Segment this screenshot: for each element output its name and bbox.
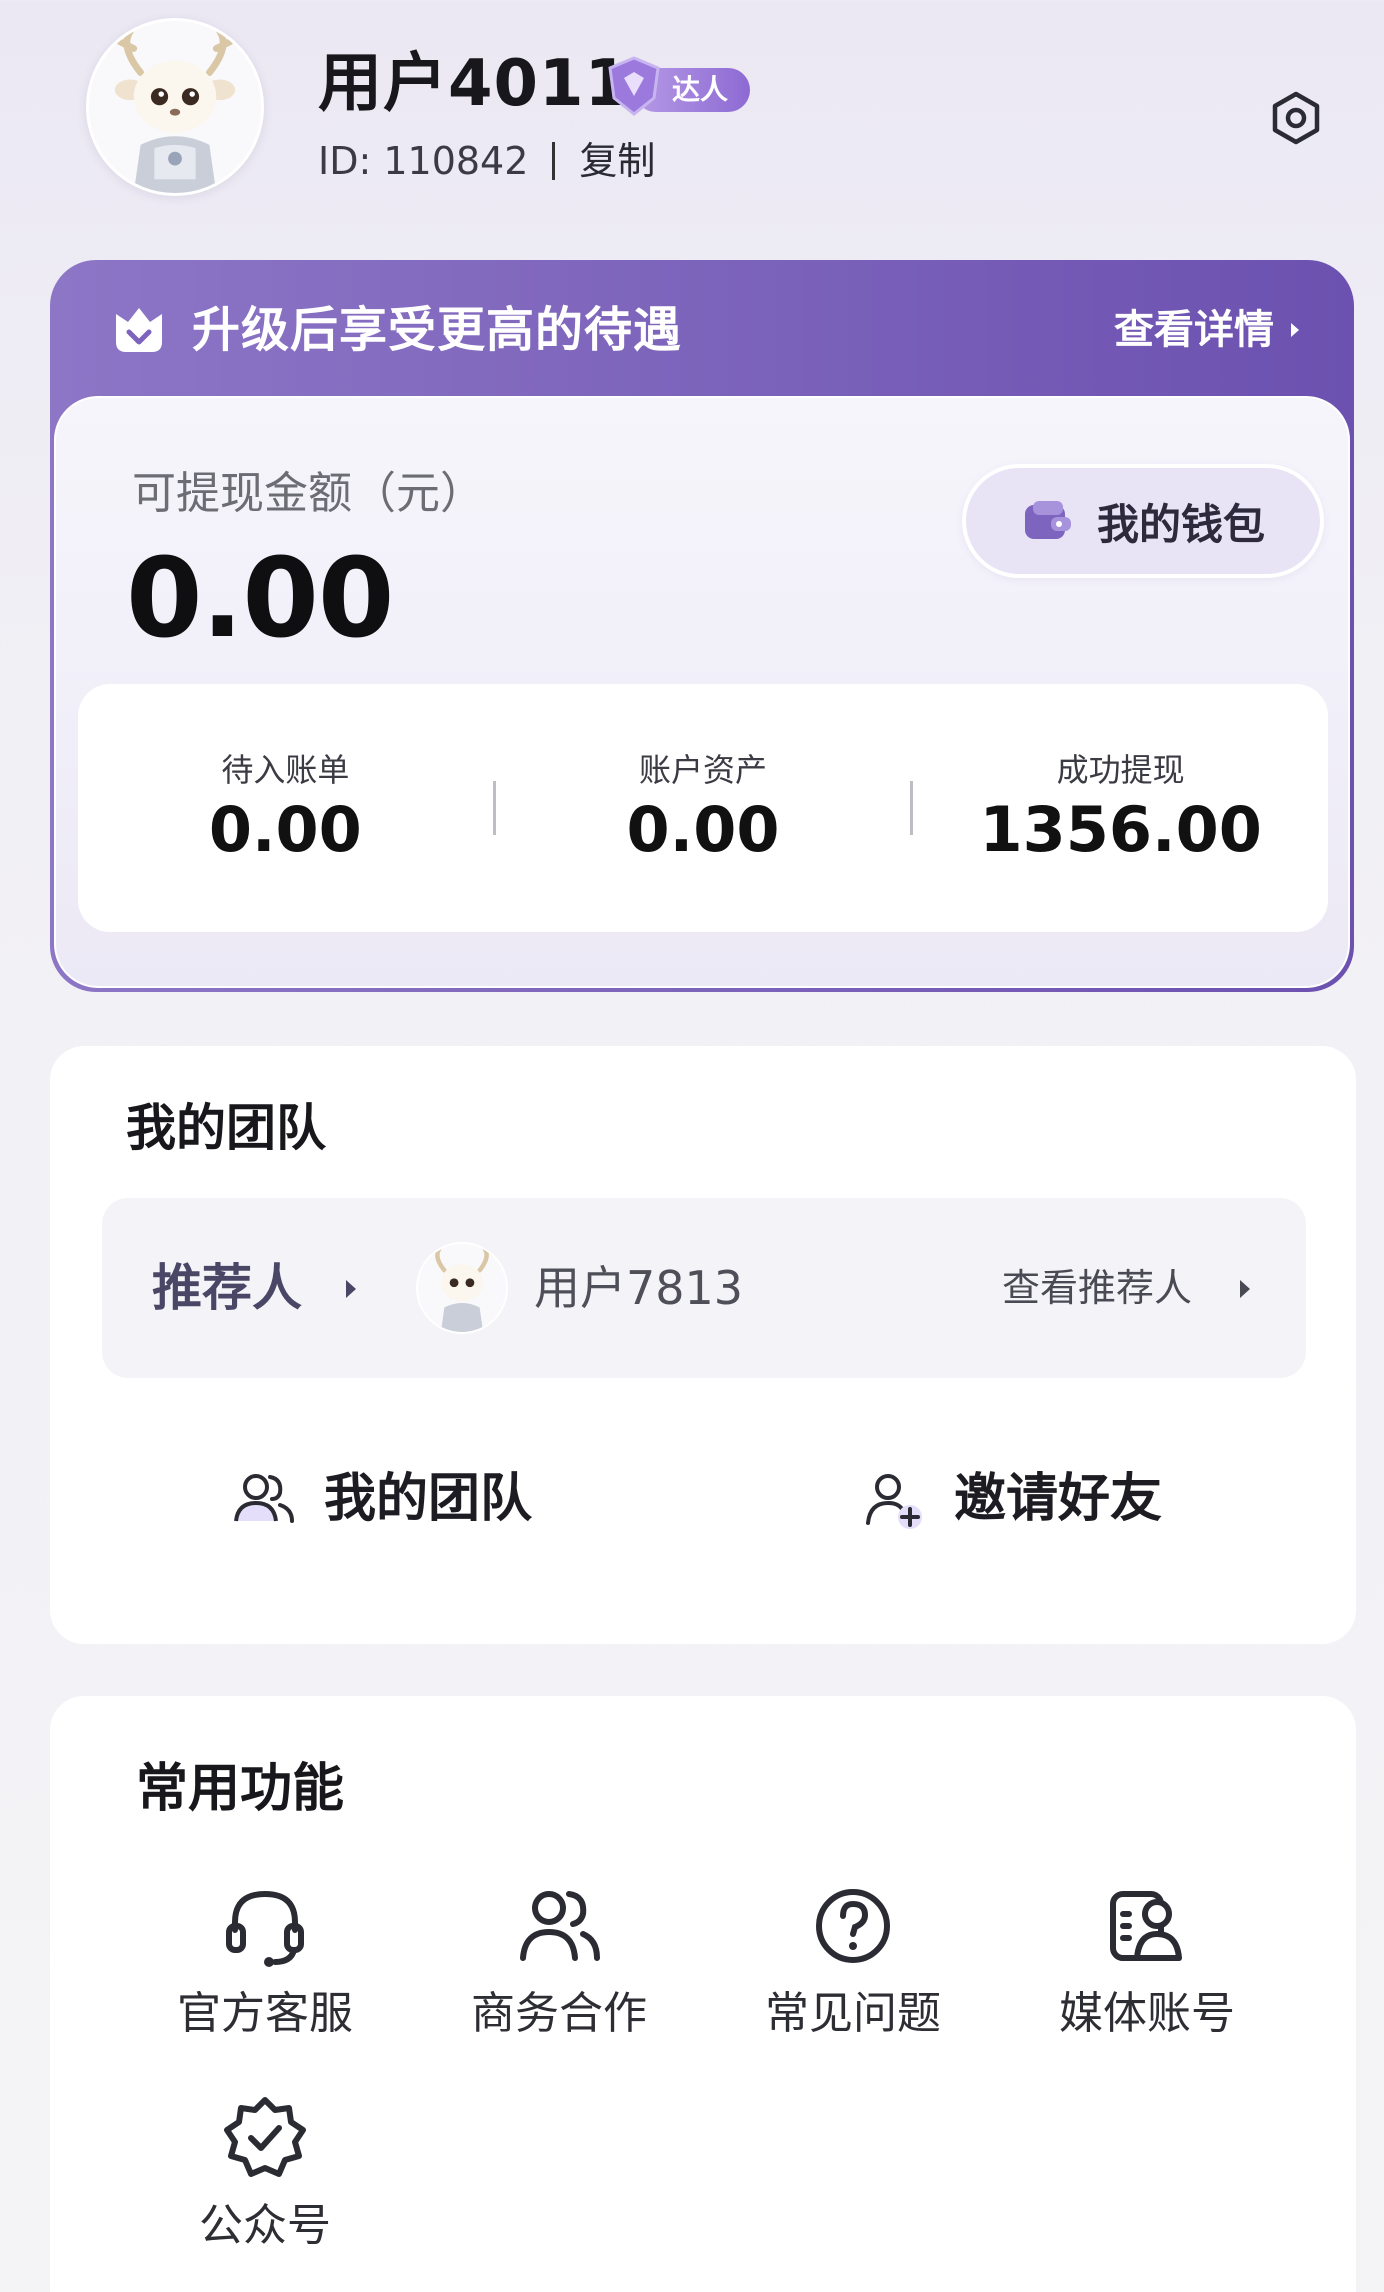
customer-service-item[interactable]: 官方客服	[150, 1878, 380, 2044]
function-label: 常见问题	[765, 1988, 941, 2039]
balance-panel: 可提现金额（元） 0.00 我的钱包 待入账单 0.00 账户资产 0.00 成…	[54, 396, 1350, 988]
upgrade-banner[interactable]: 升级后享受更高的待遇 查看详情	[50, 260, 1354, 400]
user-id: ID: 110842	[318, 139, 529, 183]
divider	[552, 142, 556, 180]
stat-value: 1356.00	[979, 793, 1262, 866]
wallet-icon	[1024, 501, 1071, 539]
my-wallet-button[interactable]: 我的钱包	[962, 464, 1324, 578]
view-details-link[interactable]: 查看详情	[1114, 304, 1302, 356]
referrer-avatar	[416, 1242, 508, 1334]
crown-shield-icon	[116, 308, 162, 352]
media-account-icon	[1110, 1891, 1182, 1961]
team-section-title: 我的团队	[126, 1099, 326, 1157]
stat-label: 账户资产	[639, 751, 768, 789]
function-label: 官方客服	[177, 1988, 353, 2039]
invite-friends-button[interactable]: 邀请好友	[860, 1466, 1162, 1532]
referrer-label: 推荐人	[152, 1259, 302, 1317]
stat-withdrawn[interactable]: 成功提现 1356.00	[913, 748, 1328, 868]
media-account-item[interactable]: 媒体账号	[1032, 1878, 1262, 2044]
deer-mascot-icon	[89, 21, 261, 193]
users-icon	[520, 1891, 600, 1961]
expert-badge: 达人	[604, 56, 750, 116]
users-icon	[234, 1474, 294, 1523]
my-wallet-label: 我的钱包	[1096, 499, 1265, 549]
verified-badge-icon	[224, 2097, 306, 2177]
stat-value: 0.00	[208, 793, 362, 866]
caret-right-icon	[1240, 1280, 1250, 1298]
team-card: 我的团队 推荐人 用户7813 查看推荐人 我的团队 邀请好友	[50, 1046, 1356, 1644]
add-user-icon	[866, 1474, 922, 1529]
stat-value: 0.00	[626, 793, 780, 866]
my-team-label: 我的团队	[324, 1469, 533, 1529]
referrer-row[interactable]: 推荐人 用户7813 查看推荐人	[102, 1198, 1306, 1378]
referrer-name: 用户7813	[534, 1261, 744, 1315]
question-icon	[816, 1889, 890, 1963]
function-label: 商务合作	[471, 1988, 647, 2039]
function-label: 媒体账号	[1059, 1988, 1235, 2039]
settings-icon[interactable]	[1268, 90, 1324, 146]
stats-box: 待入账单 0.00 账户资产 0.00 成功提现 1356.00	[78, 684, 1328, 932]
withdrawable-label: 可提现金额（元）	[132, 468, 484, 519]
view-details-label: 查看详情	[1114, 307, 1274, 353]
stat-label: 成功提现	[1056, 751, 1185, 789]
view-referrer-link[interactable]: 查看推荐人	[1002, 1262, 1192, 1314]
invite-friends-label: 邀请好友	[954, 1469, 1163, 1529]
user-id-row: ID: 110842 复制	[318, 136, 655, 186]
stat-assets[interactable]: 账户资产 0.00	[496, 748, 911, 868]
withdrawable-amount: 0.00	[126, 534, 394, 662]
upgrade-card: 升级后享受更高的待遇 查看详情 可提现金额（元） 0.00 我的钱包 待入账单 …	[50, 260, 1354, 992]
my-team-button[interactable]: 我的团队	[230, 1466, 532, 1532]
official-account-item[interactable]: 公众号	[150, 2090, 380, 2256]
chevron-right-icon	[1291, 323, 1299, 337]
common-functions-card: 常用功能 官方客服 商务合作 常见问题 媒体账号 公众号	[50, 1696, 1356, 2292]
headset-icon	[226, 1890, 304, 1967]
diamond-shield-icon	[608, 56, 660, 116]
faq-item[interactable]: 常见问题	[738, 1878, 968, 2044]
stat-pending[interactable]: 待入账单 0.00	[78, 748, 493, 868]
business-cooperation-item[interactable]: 商务合作	[444, 1878, 674, 2044]
copy-id-button[interactable]: 复制	[579, 136, 655, 186]
caret-right-icon	[346, 1280, 356, 1298]
deer-mascot-icon	[418, 1244, 506, 1332]
functions-section-title: 常用功能	[136, 1759, 345, 1819]
upgrade-title: 升级后享受更高的待遇	[192, 302, 683, 358]
username: 用户4011	[318, 47, 631, 121]
function-label: 公众号	[199, 2200, 331, 2251]
user-avatar[interactable]	[86, 18, 264, 196]
stat-label: 待入账单	[221, 751, 350, 789]
